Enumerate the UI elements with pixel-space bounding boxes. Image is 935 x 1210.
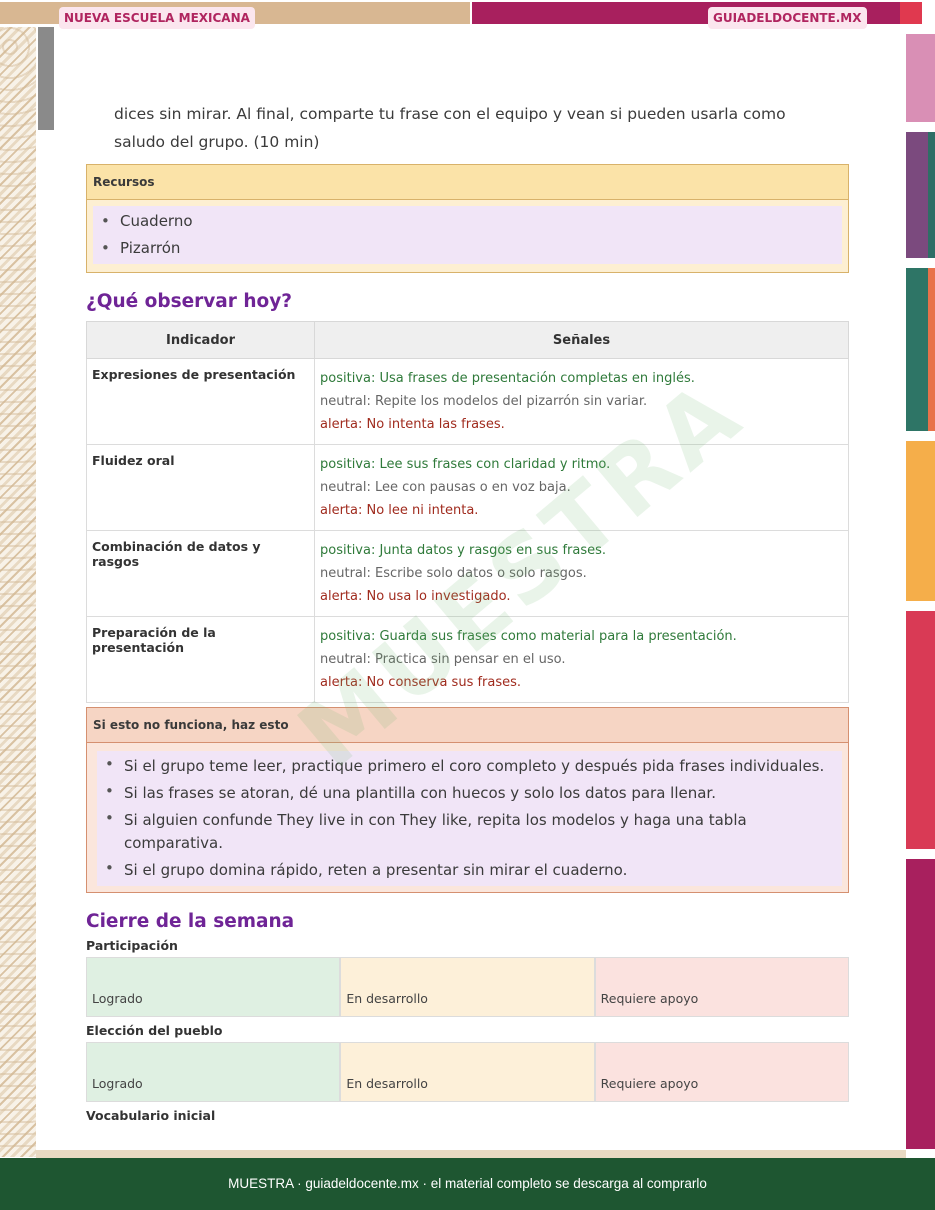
indicador-cell: Fluidez oral xyxy=(86,444,315,531)
rubric-label: Vocabulario inicial xyxy=(86,1108,216,1123)
right-stripe-magenta xyxy=(906,859,935,1149)
indicador-cell: Preparación de la presentación xyxy=(86,616,315,703)
rubric-level-logrado: Logrado xyxy=(86,1042,341,1102)
list-item: Si alguien confunde They live in con The… xyxy=(97,807,842,857)
nem-tag: NUEVA ESCUELA MEXICANA xyxy=(59,7,255,29)
intro-paragraph: dices sin mirar. Al final, comparte tu f… xyxy=(114,105,786,151)
rubric-level-logrado: Logrado xyxy=(86,957,341,1017)
rubric-level-en-desarrollo: En desarrollo xyxy=(340,957,595,1017)
alternativas-title: Si esto no funciona, haz esto xyxy=(87,708,848,743)
table-header-row: Indicador Señales xyxy=(86,321,849,359)
page-edge-marker xyxy=(38,27,54,130)
rubric-row: Logrado En desarrollo Requiere apoyo xyxy=(86,1042,849,1102)
indicador-cell: Combinación de datos y rasgos xyxy=(86,530,315,617)
rubric-label: Elección del pueblo xyxy=(86,1023,223,1038)
alternativas-box: Si esto no funciona, haz esto Si el grup… xyxy=(86,707,849,893)
senales-cell: positiva: Usa frases de presentación com… xyxy=(314,358,849,445)
recursos-box: Recursos Cuaderno Pizarrón xyxy=(86,164,849,273)
rubric-label: Participación xyxy=(86,938,178,953)
list-item: Si el grupo teme leer, practique primero… xyxy=(97,753,842,780)
signal-neutral: neutral: Repite los modelos del pizarrón… xyxy=(320,394,648,409)
col-senales: Señales xyxy=(314,321,849,359)
alternativas-list: Si el grupo teme leer, practique primero… xyxy=(97,751,842,886)
rubric-level-requiere-apoyo: Requiere apoyo xyxy=(594,957,849,1017)
signal-alerta: alerta: No intenta las frases. xyxy=(320,417,505,432)
list-item: Si las frases se atoran, dé una plantill… xyxy=(97,780,842,807)
signal-positiva: positiva: Usa frases de presentación com… xyxy=(320,371,695,386)
footer-banner: MUESTRA · guiadeldocente.mx · el materia… xyxy=(0,1158,935,1210)
list-item: Si el grupo domina rápido, reten a prese… xyxy=(97,857,842,884)
site-tag[interactable]: GUIADELDOCENTE.MX xyxy=(708,7,867,29)
left-pattern-overlay xyxy=(0,27,36,1157)
right-stripe-orange-edge xyxy=(928,268,935,431)
recursos-list: Cuaderno Pizarrón xyxy=(93,206,842,264)
recursos-title: Recursos xyxy=(87,165,848,200)
indicador-cell: Expresiones de presentación xyxy=(86,358,315,445)
footer-pattern-band xyxy=(36,1150,906,1158)
cierre-heading: Cierre de la semana xyxy=(86,911,295,932)
right-stripe-yellow xyxy=(906,441,935,601)
right-stripe-teal-edge xyxy=(928,132,935,258)
banner-segment-red xyxy=(900,2,922,24)
rubric-level-en-desarrollo: En desarrollo xyxy=(340,1042,595,1102)
list-item: Cuaderno xyxy=(93,208,842,235)
list-item: Pizarrón xyxy=(93,235,842,262)
observar-heading: ¿Qué observar hoy? xyxy=(86,291,293,312)
col-indicador: Indicador xyxy=(86,321,315,359)
right-stripe-red xyxy=(906,611,935,849)
right-stripe-pink xyxy=(906,34,935,122)
rubric-level-requiere-apoyo: Requiere apoyo xyxy=(594,1042,849,1102)
rubric-row: Logrado En desarrollo Requiere apoyo xyxy=(86,957,849,1017)
top-banner: NUEVA ESCUELA MEXICANA GUIADELDOCENTE.MX xyxy=(0,0,935,29)
